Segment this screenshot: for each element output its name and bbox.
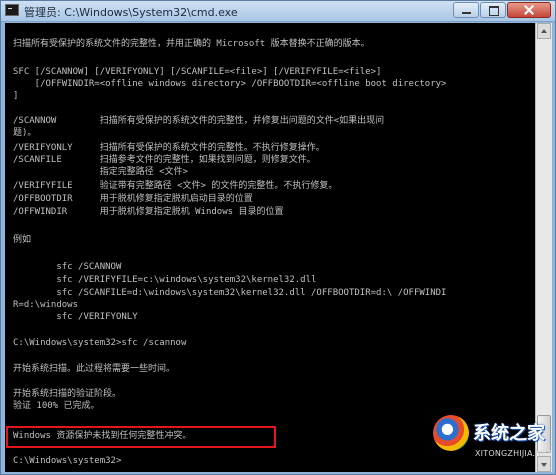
console-line: /SCANFILE 扫描参考文件的完整性，如果找到问题，则修复文件。: [13, 155, 316, 165]
minimize-button[interactable]: [453, 2, 479, 18]
watermark-brand: 系统之家: [473, 423, 545, 444]
console-line: /OFFBOOTDIR 用于脱机修复指定脱机启动目录的位置: [13, 194, 253, 204]
console-line: 扫描所有受保护的系统文件的完整性，并用正确的 Microsoft 版本替换不正确…: [13, 39, 370, 49]
title-bar[interactable]: 管理员: C:\Windows\System32\cmd.exe: [1, 1, 555, 22]
console-line: sfc /SCANNOW: [13, 262, 122, 272]
console-line: sfc /VERIFYONLY: [13, 312, 138, 322]
console-line: /OFFWINDIR 用于脱机修复指定脱机 Windows 目录的位置: [13, 207, 284, 217]
console-line: 例如: [13, 235, 32, 245]
console-line: 指定完整路径 <文件>: [13, 167, 188, 177]
console-line: 开始系统扫描。此过程将需要一些时间。: [13, 364, 176, 374]
console-line: R=d:\windows: [13, 300, 79, 310]
console-line: /VERIFYFILE 验证带有完整路径 <文件> 的文件的完整性。不执行修复。: [13, 181, 338, 191]
windows-logo-icon: [433, 415, 469, 451]
console-line: 开始系统扫描的验证阶段。: [13, 389, 122, 399]
vertical-scrollbar[interactable]: [535, 23, 552, 472]
maximize-button[interactable]: [480, 2, 506, 18]
cmd-window: 管理员: C:\Windows\System32\cmd.exe 扫描所有受保护…: [0, 0, 556, 475]
console-line: ]: [13, 91, 19, 101]
console-line: 验证 100% 已完成。: [13, 401, 100, 411]
close-button[interactable]: [507, 2, 551, 18]
cmd-app-icon[interactable]: [5, 4, 19, 16]
console-prompt[interactable]: C:\Windows\system32>: [13, 456, 121, 467]
scroll-up-arrow-icon[interactable]: [537, 23, 551, 39]
console-line: /SCANNOW 扫描所有受保护的系统文件的完整性，并修复出问题的文件<如果出现…: [13, 116, 385, 126]
console-line: SFC [/SCANNOW] [/VERIFYONLY] [/SCANFILE=…: [13, 67, 382, 77]
console-line: 题)。: [13, 128, 37, 138]
console-output[interactable]: 扫描所有受保护的系统文件的完整性，并用正确的 Microsoft 版本替换不正确…: [5, 23, 535, 472]
console-line: C:\Windows\system32>sfc /scannow: [13, 338, 187, 348]
watermark: 系统之家 XITONGZHIJIA.NET: [433, 409, 555, 473]
watermark-url: XITONGZHIJIA.NET: [475, 449, 552, 458]
highlight-box: [6, 426, 276, 448]
window-title: 管理员: C:\Windows\System32\cmd.exe: [24, 6, 238, 19]
console-line: /VERIFYONLY 扫描所有受保护的系统文件的完整性。不执行修复操作。: [13, 143, 325, 153]
console-line: sfc /SCANFILE=d:\windows\system32\kernel…: [13, 288, 447, 298]
console-line: sfc /VERIFYFILE=c:\windows\system32\kern…: [13, 275, 317, 285]
console-line: [/OFFWINDIR=<offline windows directory> …: [13, 79, 447, 89]
